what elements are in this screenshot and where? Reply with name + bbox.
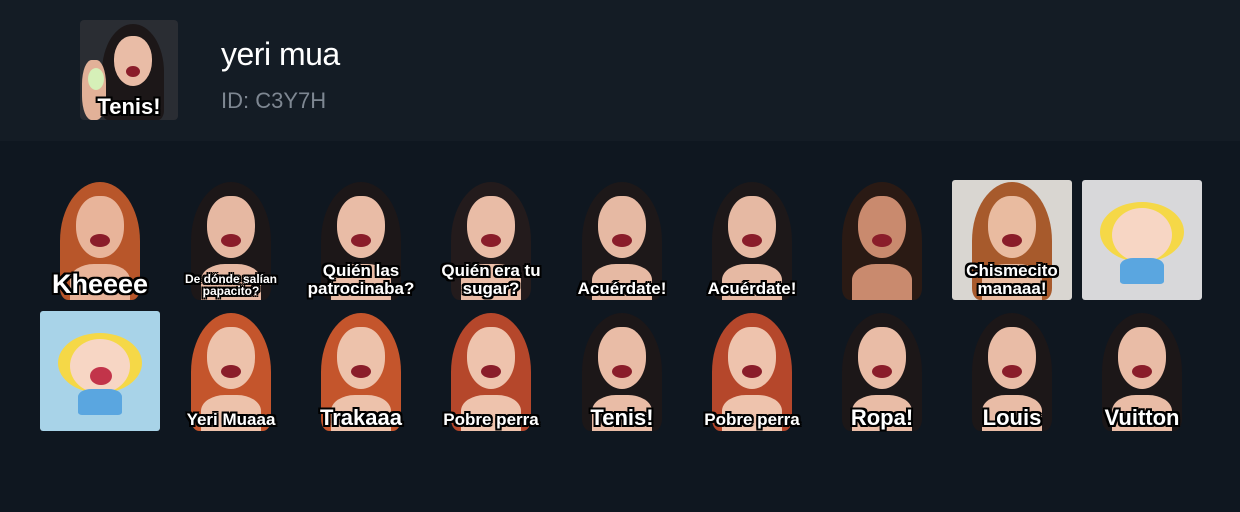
- sticker-item[interactable]: Quién las patrocinaba?: [301, 180, 421, 300]
- sticker-item[interactable]: Acuérdate!: [692, 180, 812, 300]
- pack-cover-caption: Tenis!: [97, 93, 161, 119]
- pack-cover-sticker[interactable]: Tenis!: [80, 20, 178, 120]
- sticker-caption: Quién era tu sugar?: [441, 261, 541, 299]
- sticker-grid: Kheeee De dónde salían papacito? Quién las…: [0, 141, 1240, 512]
- sticker-item[interactable]: Acuérdate!: [562, 180, 682, 300]
- pack-id: ID: C3Y7H: [221, 88, 327, 113]
- sticker-caption: Acuérdate!: [577, 279, 667, 299]
- sticker-item[interactable]: Pobre perra: [692, 311, 812, 431]
- sticker-item[interactable]: Ropa!: [822, 311, 942, 431]
- sticker-item[interactable]: [1082, 180, 1202, 300]
- sticker-image: [1082, 180, 1202, 300]
- sticker-item[interactable]: Kheeee: [40, 180, 160, 300]
- sticker-item[interactable]: Vuitton: [1082, 311, 1202, 431]
- sticker-caption: Ropa!: [850, 404, 914, 430]
- sticker-item[interactable]: Trakaaa: [301, 311, 421, 431]
- sticker-caption: Trakaaa: [320, 404, 402, 430]
- sticker-image: [40, 311, 160, 431]
- sticker-item[interactable]: Tenis!: [562, 311, 682, 431]
- sticker-item[interactable]: [822, 180, 942, 300]
- sticker-caption: Quién las patrocinaba?: [307, 261, 415, 299]
- sticker-caption: Acuérdate!: [707, 279, 797, 299]
- sticker-item[interactable]: Quién era tu sugar?: [431, 180, 551, 300]
- sticker-item[interactable]: [40, 311, 160, 431]
- sticker-caption: Yeri Muaaa: [186, 410, 276, 430]
- sticker-item[interactable]: Pobre perra: [431, 311, 551, 431]
- pack-header: Tenis! yeri mua ID: C3Y7H: [0, 0, 1240, 141]
- sticker-caption: Pobre perra: [704, 410, 800, 430]
- sticker-caption: Louis: [982, 404, 1042, 430]
- sticker-caption: Kheeee: [51, 268, 149, 299]
- sticker-caption: Pobre perra: [443, 410, 539, 430]
- sticker-item[interactable]: Chismecito manaaa!: [952, 180, 1072, 300]
- sticker-caption: Vuitton: [1104, 404, 1180, 430]
- sticker-caption: De dónde salían papacito?: [184, 271, 278, 299]
- sticker-caption: Tenis!: [590, 404, 654, 430]
- sticker-item[interactable]: De dónde salían papacito?: [171, 180, 291, 300]
- sticker-item[interactable]: Louis: [952, 311, 1072, 431]
- pack-title: yeri mua: [221, 36, 340, 72]
- sticker-caption: Chismecito manaaa!: [966, 261, 1058, 299]
- sticker-item[interactable]: Yeri Muaaa: [171, 311, 291, 431]
- sticker-image: [822, 180, 942, 300]
